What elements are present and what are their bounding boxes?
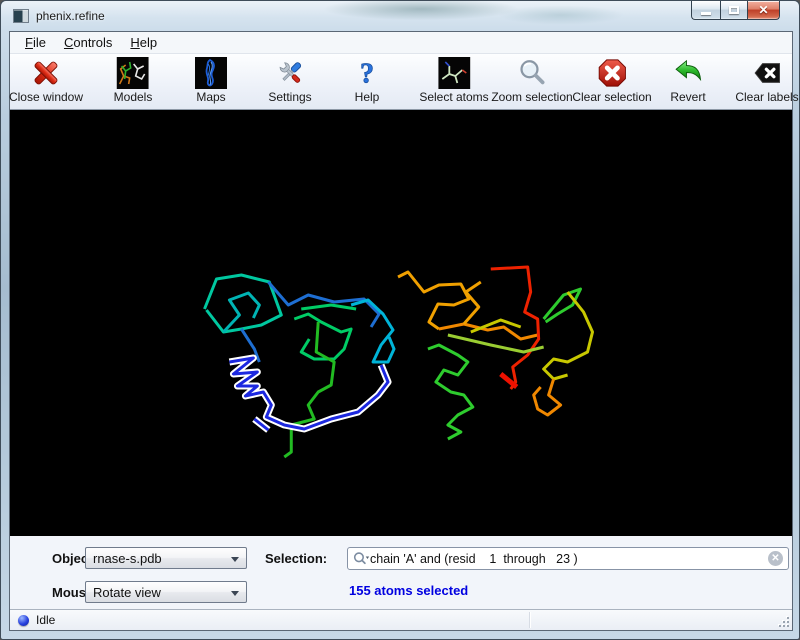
status-text: Idle	[36, 613, 55, 627]
minimize-icon	[701, 12, 711, 15]
settings-button[interactable]: Settings	[268, 57, 311, 104]
window-title: phenix.refine	[36, 9, 105, 23]
zoom-selection-button[interactable]: Zoom selection	[491, 57, 572, 104]
close-window-button[interactable]: Close window	[9, 57, 83, 104]
svg-text:?: ?	[360, 58, 374, 88]
status-indicator-icon	[18, 615, 29, 626]
atoms-selected-text: 155 atoms selected	[349, 583, 468, 598]
molecule-trace	[10, 110, 792, 536]
help-icon: ?	[351, 57, 383, 89]
maximize-button[interactable]	[720, 1, 748, 20]
controls-panel: Object: rnase-s.pdb Selection: ✕ Mouse: …	[10, 536, 792, 609]
settings-icon	[274, 57, 306, 89]
clear-labels-icon	[751, 57, 783, 89]
clear-text-icon[interactable]: ✕	[768, 551, 783, 566]
help-button[interactable]: ? Help	[351, 57, 383, 104]
app-window: phenix.refine ✕ File Controls Help	[0, 0, 800, 640]
select-atoms-button[interactable]: Select atoms	[419, 57, 488, 104]
clear-labels-button[interactable]: Clear labels	[735, 57, 798, 104]
models-button[interactable]: Models	[114, 57, 153, 104]
menu-controls[interactable]: Controls	[55, 33, 121, 53]
clear-selection-button[interactable]: Clear selection	[572, 57, 651, 104]
client-area: File Controls Help Close window	[9, 31, 793, 631]
close-button[interactable]: ✕	[748, 1, 780, 20]
minimize-button[interactable]	[691, 1, 720, 20]
search-options-arrow-icon	[366, 556, 369, 559]
selection-input[interactable]	[370, 552, 768, 566]
select-atoms-icon	[438, 57, 470, 89]
menu-help[interactable]: Help	[121, 33, 166, 53]
status-bar-separator	[529, 612, 530, 628]
app-icon	[13, 9, 29, 23]
title-bar[interactable]: phenix.refine	[1, 1, 799, 31]
close-window-icon	[30, 57, 62, 89]
maps-button[interactable]: Maps	[195, 57, 227, 104]
toolbar: Close window Models	[10, 54, 792, 110]
mouse-mode-value: Rotate view	[93, 585, 161, 600]
maximize-icon	[729, 6, 739, 14]
menu-file[interactable]: File	[16, 33, 55, 53]
molecule-viewport[interactable]	[10, 110, 792, 536]
object-dropdown[interactable]: rnase-s.pdb	[85, 547, 247, 569]
selection-search-field[interactable]: ✕	[347, 547, 789, 570]
menu-bar: File Controls Help	[10, 32, 792, 54]
mouse-mode-dropdown[interactable]: Rotate view	[85, 581, 247, 603]
selection-label: Selection:	[265, 551, 327, 566]
window-controls: ✕	[691, 1, 780, 20]
search-icon[interactable]	[353, 551, 370, 567]
revert-button[interactable]: Revert	[670, 57, 705, 104]
revert-icon	[672, 57, 704, 89]
object-value: rnase-s.pdb	[93, 551, 162, 566]
close-icon: ✕	[758, 4, 768, 16]
maps-icon	[195, 57, 227, 89]
clear-selection-icon	[596, 57, 628, 89]
resize-grip[interactable]	[779, 617, 789, 627]
zoom-selection-icon	[516, 57, 548, 89]
models-icon	[117, 57, 149, 89]
status-bar: Idle	[10, 609, 792, 630]
